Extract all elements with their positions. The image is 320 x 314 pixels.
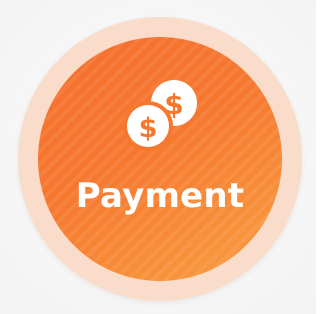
coins-dollar-icon: $ $ [118,76,204,152]
coin-front-symbol: $ [139,113,158,144]
badge-label: Payment [75,176,245,216]
badge-circle [38,37,282,281]
payment-badge[interactable]: $ $ Payment [0,0,316,314]
